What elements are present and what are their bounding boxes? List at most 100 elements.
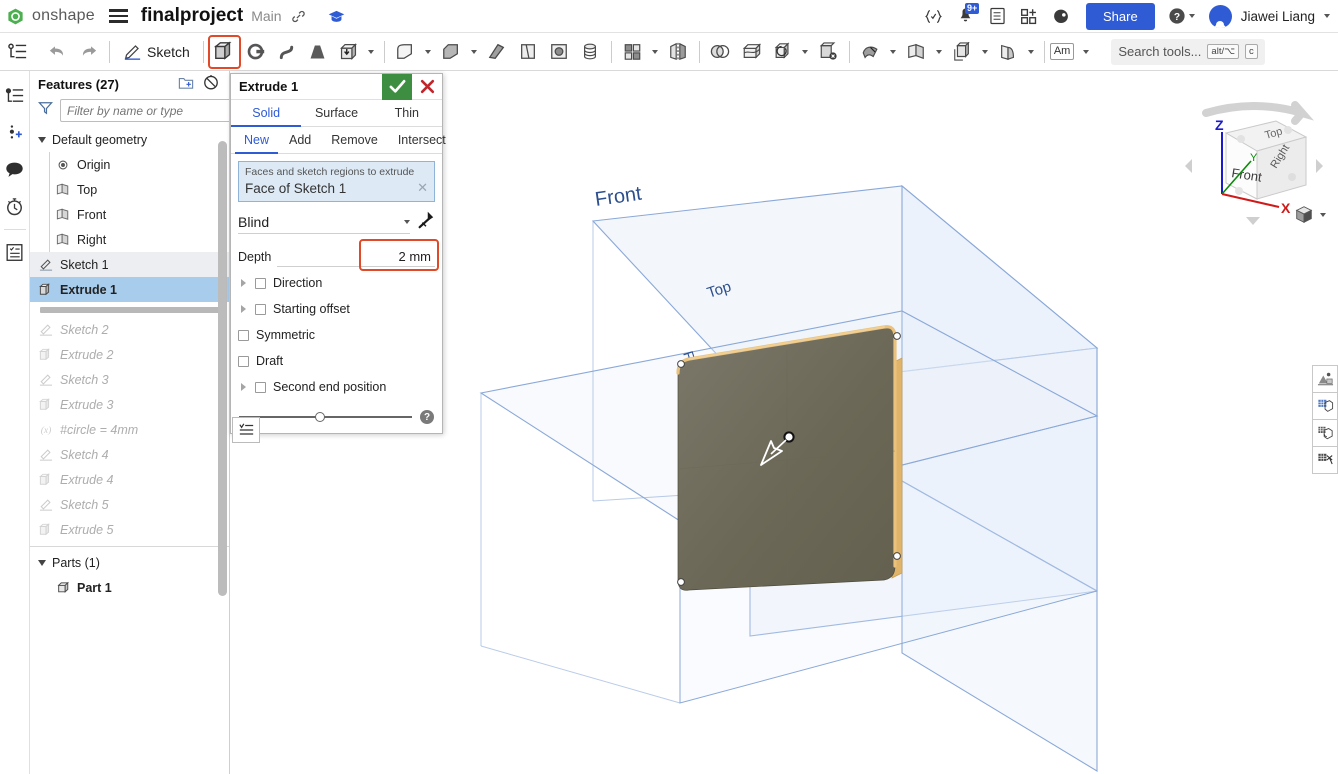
rollback-bar[interactable]: [40, 307, 219, 313]
chevron-down-icon[interactable]: [932, 36, 947, 68]
loft-tool-button[interactable]: [302, 36, 333, 68]
tree-item-top-plane[interactable]: Top: [30, 177, 229, 202]
selection-query-box[interactable]: Faces and sketch regions to extrude Face…: [238, 161, 435, 202]
chevron-down-icon[interactable]: [364, 36, 379, 68]
tree-item-extrude-2[interactable]: Extrude 2: [30, 342, 229, 367]
pattern-tool-button[interactable]: [617, 36, 648, 68]
draft-checkbox[interactable]: [238, 355, 249, 367]
funnel-filter-icon[interactable]: [38, 101, 53, 120]
tree-item-extrude-3[interactable]: Extrude 3: [30, 392, 229, 417]
help-question-icon[interactable]: ?: [420, 410, 434, 424]
chevron-down-icon[interactable]: [886, 36, 901, 68]
avatar[interactable]: [1208, 4, 1232, 28]
tree-item-extrude-4[interactable]: Extrude 4: [30, 467, 229, 492]
checklist-icon[interactable]: [982, 3, 1012, 30]
bell-icon[interactable]: 9+: [950, 2, 980, 30]
slider-knob[interactable]: [315, 412, 326, 422]
revolve-tool-button[interactable]: [240, 36, 271, 68]
share-button[interactable]: Share: [1086, 2, 1155, 30]
option-second-end-position[interactable]: Second end position: [238, 374, 435, 400]
depth-input[interactable]: 2 mm: [363, 247, 435, 267]
chevron-down-icon[interactable]: [648, 36, 663, 68]
tree-group-default-geometry[interactable]: Default geometry: [30, 127, 229, 152]
variables-braces-icon[interactable]: [918, 3, 948, 30]
hole-tool-button[interactable]: [575, 36, 606, 68]
tree-item-extrude-5[interactable]: Extrude 5: [30, 517, 229, 542]
draft-tool-button[interactable]: [513, 36, 544, 68]
cancel-button[interactable]: [412, 74, 442, 100]
chevron-down-icon[interactable]: [1078, 36, 1093, 68]
measure-button[interactable]: [1312, 446, 1338, 474]
chevron-down-icon[interactable]: [467, 36, 482, 68]
mirror-tool-button[interactable]: [663, 36, 694, 68]
sketch-button[interactable]: Sketch: [115, 43, 198, 60]
end-condition-select[interactable]: Blind: [238, 210, 410, 234]
section-view-button[interactable]: [1312, 419, 1338, 447]
delete-face-tool-button[interactable]: [813, 36, 844, 68]
tree-item-origin[interactable]: Origin: [30, 152, 229, 177]
tab-intersect[interactable]: Intersect: [389, 127, 455, 154]
symmetric-checkbox[interactable]: [238, 329, 249, 341]
add-variable-icon[interactable]: [1, 114, 29, 151]
help-menu[interactable]: ?: [1168, 7, 1195, 25]
sheet-metal-tool-button[interactable]: [855, 36, 886, 68]
undo-arrow-icon[interactable]: [42, 36, 73, 68]
option-symmetric[interactable]: Symmetric: [238, 322, 435, 348]
view-style-dropdown[interactable]: [1293, 204, 1326, 225]
option-direction[interactable]: Direction: [238, 270, 435, 296]
tree-item-right-plane[interactable]: Right: [30, 227, 229, 252]
extrude-tool-button[interactable]: [207, 34, 241, 69]
chevron-down-icon[interactable]: [798, 36, 813, 68]
tab-solid[interactable]: Solid: [231, 100, 302, 127]
search-tools-input[interactable]: Search tools... alt/⌥ c: [1111, 38, 1265, 65]
tree-item-sketch-2[interactable]: Sketch 2: [30, 317, 229, 342]
direction-checkbox[interactable]: [255, 277, 266, 289]
tree-item-front-plane[interactable]: Front: [30, 202, 229, 227]
curve-tool-button[interactable]: [993, 36, 1024, 68]
split-tool-button[interactable]: [736, 36, 767, 68]
features-panel-scrollbar[interactable]: [218, 141, 227, 596]
tree-item-extrude-1[interactable]: Extrude 1: [30, 277, 229, 302]
display-grid-button[interactable]: [1312, 392, 1338, 420]
tree-item-sketch-5[interactable]: Sketch 5: [30, 492, 229, 517]
apps-grid-icon[interactable]: [1014, 3, 1044, 30]
tree-item-sketch-1[interactable]: Sketch 1: [30, 252, 229, 277]
starting-offset-checkbox[interactable]: [255, 303, 266, 315]
transform-tool-button[interactable]: [767, 36, 798, 68]
second-end-position-checkbox[interactable]: [255, 381, 266, 393]
option-draft[interactable]: Draft: [238, 348, 435, 374]
tab-thin[interactable]: Thin: [372, 100, 442, 127]
boolean-tool-button[interactable]: [705, 36, 736, 68]
hamburger-menu-icon[interactable]: [108, 9, 128, 23]
user-name[interactable]: Jiawei Liang: [1241, 9, 1315, 24]
shell-tool-button[interactable]: [544, 36, 575, 68]
tree-item-variable-circle[interactable]: (x) #circle = 4mm: [30, 417, 229, 442]
thicken-tool-button[interactable]: [333, 36, 364, 68]
tree-item-sketch-4[interactable]: Sketch 4: [30, 442, 229, 467]
plane-tool-button[interactable]: [901, 36, 932, 68]
flip-direction-icon[interactable]: [416, 210, 435, 234]
option-starting-offset[interactable]: Starting offset: [238, 296, 435, 322]
tab-remove[interactable]: Remove: [322, 127, 387, 154]
tab-new[interactable]: New: [235, 127, 279, 154]
chevron-down-icon[interactable]: [978, 36, 993, 68]
tree-item-part-1[interactable]: Part 1: [30, 575, 229, 600]
tab-add[interactable]: Add: [280, 127, 320, 154]
branch-name[interactable]: Main: [251, 8, 281, 24]
tree-group-parts[interactable]: Parts (1): [30, 550, 229, 575]
brain-icon[interactable]: [1046, 3, 1076, 30]
history-clock-icon[interactable]: [1, 188, 29, 225]
render-studio-button[interactable]: [1312, 365, 1338, 393]
units-badge[interactable]: Am: [1049, 43, 1075, 60]
opacity-slider[interactable]: [239, 411, 412, 423]
confirm-button[interactable]: [382, 73, 412, 100]
clear-selection-icon[interactable]: ✕: [417, 180, 428, 196]
brand[interactable]: onshape: [0, 7, 95, 26]
new-folder-icon[interactable]: [178, 75, 194, 95]
feature-tree-icon[interactable]: [1, 77, 29, 114]
chevron-down-icon[interactable]: [1024, 36, 1039, 68]
features-filter-input[interactable]: [60, 99, 229, 122]
notes-list-icon[interactable]: [1, 234, 29, 271]
redo-arrow-icon[interactable]: [73, 36, 104, 68]
chevron-down-icon[interactable]: [421, 36, 436, 68]
